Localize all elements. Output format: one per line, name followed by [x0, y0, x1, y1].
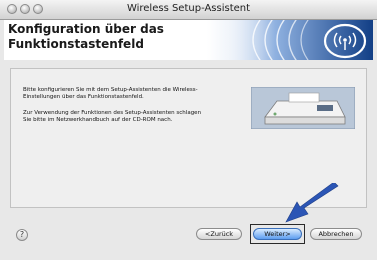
page-header: Konfiguration über das Funktionstastenfe… [4, 20, 373, 60]
back-button[interactable]: <Zurück [196, 228, 242, 240]
page-title: Konfiguration über das Funktionstastenfe… [8, 22, 164, 52]
window-title: Wireless Setup-Assistent [126, 3, 251, 14]
reference-paragraph: Zur Verwendung der Funktionen des Setup-… [23, 110, 248, 124]
pointer-arrow-icon [285, 183, 339, 223]
help-icon: ? [19, 230, 25, 239]
reference-line-1: Zur Verwendung der Funktionen des Setup-… [23, 110, 202, 116]
next-button[interactable]: Weiter> [253, 228, 302, 240]
instruction-line-2: Einstellungen über das Funktionstastenfe… [23, 94, 144, 100]
cancel-button[interactable]: Abbrechen [310, 228, 362, 240]
wireless-logo-icon [223, 20, 373, 60]
printer-image [251, 87, 355, 129]
help-button[interactable]: ? [16, 229, 28, 241]
reference-line-2: Sie bitte im Netzwerkhandbuch auf der CD… [23, 117, 173, 123]
instruction-paragraph: Bitte konfigurieren Sie mit dem Setup-As… [23, 87, 248, 101]
page-title-line2: Funktionstastenfeld [8, 37, 144, 51]
page-title-line1: Konfiguration über das [8, 22, 164, 36]
title-bar[interactable]: Wireless Setup-Assistent [0, 0, 377, 20]
setup-window: Wireless Setup-Assistent Konfiguration ü… [0, 0, 377, 260]
instruction-line-1: Bitte konfigurieren Sie mit dem Setup-As… [23, 87, 198, 93]
